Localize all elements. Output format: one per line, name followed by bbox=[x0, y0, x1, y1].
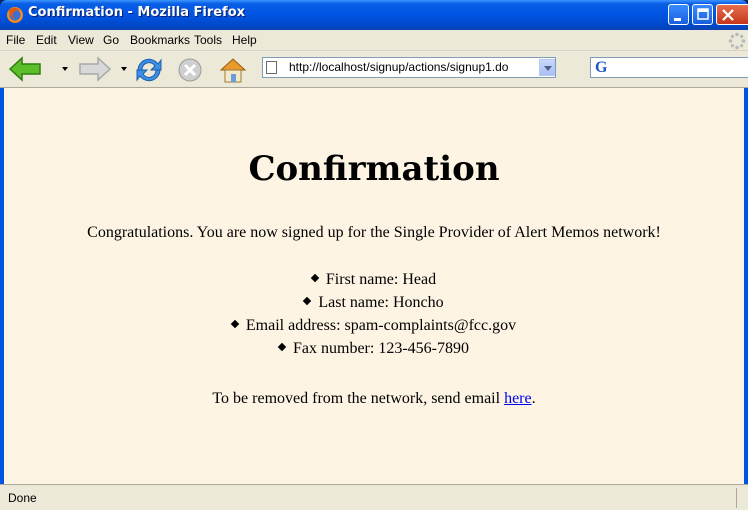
throbber-icon bbox=[728, 32, 746, 50]
menu-bar: File Edit View Go Bookmarks Tools Help bbox=[0, 30, 748, 51]
minimize-icon bbox=[674, 18, 681, 21]
bullet-icon bbox=[310, 274, 320, 283]
removal-suffix: . bbox=[531, 390, 536, 407]
search-engine-icon[interactable]: G bbox=[595, 59, 607, 77]
reload-icon[interactable] bbox=[134, 56, 164, 84]
close-icon bbox=[722, 9, 734, 21]
menu-tools[interactable]: Tools bbox=[194, 33, 222, 47]
maximize-button[interactable] bbox=[692, 4, 713, 25]
removal-instructions: To be removed from the network, send ema… bbox=[4, 390, 744, 408]
page-content: Confirmation Congratulations. You are no… bbox=[4, 88, 744, 484]
browser-window: Confirmation - Mozilla Firefox File Edit… bbox=[0, 0, 748, 510]
list-item: Last name: Honcho bbox=[4, 291, 744, 314]
menu-edit[interactable]: Edit bbox=[36, 33, 57, 47]
firefox-logo-icon bbox=[7, 7, 23, 23]
list-item: First name: Head bbox=[4, 268, 744, 291]
forward-history-dropdown[interactable] bbox=[121, 67, 127, 71]
first-name-value: First name: Head bbox=[325, 271, 437, 288]
signup-details-list: First name: Head Last name: Honcho Email… bbox=[4, 268, 744, 360]
navigation-toolbar: http://localhost/signup/actions/signup1.… bbox=[0, 51, 748, 88]
maximize-icon bbox=[697, 8, 709, 20]
window-frame-right bbox=[744, 88, 748, 484]
close-button[interactable] bbox=[716, 4, 748, 25]
last-name-value: Last name: Honcho bbox=[318, 294, 444, 311]
bullet-icon bbox=[230, 320, 240, 329]
home-icon[interactable] bbox=[218, 56, 248, 84]
chevron-down-icon bbox=[544, 66, 552, 71]
page-title: Confirmation bbox=[248, 149, 500, 189]
intro-text: Congratulations. You are now signed up f… bbox=[87, 224, 661, 241]
menu-go[interactable]: Go bbox=[103, 33, 119, 47]
bullet-icon bbox=[277, 343, 287, 352]
status-text: Done bbox=[8, 491, 37, 505]
list-item: Fax number: 123-456-7890 bbox=[4, 337, 744, 360]
stop-icon[interactable] bbox=[176, 56, 204, 84]
page-icon bbox=[266, 61, 277, 74]
menu-help[interactable]: Help bbox=[232, 33, 257, 47]
back-arrow-icon[interactable] bbox=[8, 56, 44, 82]
minimize-button[interactable] bbox=[668, 4, 689, 25]
removal-text: To be removed from the network, send ema… bbox=[212, 390, 505, 407]
removal-email-link[interactable]: here bbox=[504, 390, 532, 407]
address-dropdown-button[interactable] bbox=[539, 59, 555, 76]
email-value: Email address: spam-complaints@fcc.gov bbox=[245, 317, 517, 334]
forward-arrow-icon[interactable] bbox=[76, 56, 112, 82]
address-bar[interactable]: http://localhost/signup/actions/signup1.… bbox=[262, 57, 556, 78]
window-title: Confirmation - Mozilla Firefox bbox=[28, 5, 246, 20]
fax-value: Fax number: 123-456-7890 bbox=[293, 340, 469, 357]
menu-view[interactable]: View bbox=[68, 33, 94, 47]
title-bar[interactable]: Confirmation - Mozilla Firefox bbox=[0, 0, 748, 30]
list-item: Email address: spam-complaints@fcc.gov bbox=[4, 314, 744, 337]
address-input[interactable]: http://localhost/signup/actions/signup1.… bbox=[289, 60, 508, 74]
status-divider bbox=[736, 488, 737, 508]
bullet-icon bbox=[303, 297, 312, 306]
back-history-dropdown[interactable] bbox=[62, 67, 68, 71]
menu-bookmarks[interactable]: Bookmarks bbox=[130, 33, 190, 47]
status-bar: Done bbox=[0, 484, 748, 510]
menu-file[interactable]: File bbox=[6, 33, 25, 47]
search-bar[interactable]: G bbox=[590, 57, 748, 78]
